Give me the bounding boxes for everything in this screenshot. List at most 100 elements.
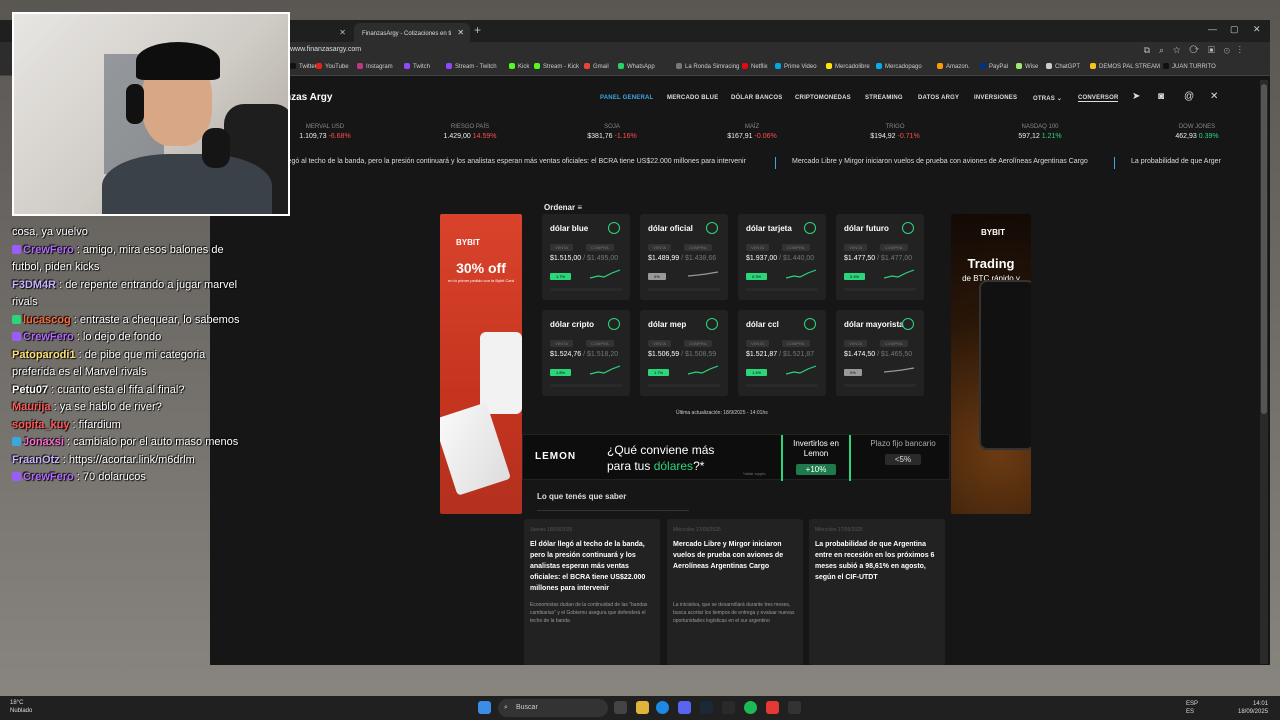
bookmark-item[interactable]: ChatGPT [1046,63,1080,70]
dollar-card[interactable]: dólar futuro VENTA COMPRA $1.477,50 / $1.47… [836,214,924,300]
file-explorer-icon[interactable] [636,701,649,714]
nav-conversor[interactable]: CONVERSOR [1078,95,1119,102]
minimize-icon[interactable]: — [1208,24,1217,34]
browser-tab-finanzasargy[interactable]: FinanzasArgy - Cotizaciones en ti ✕ [354,23,470,42]
bookmark-item[interactable]: Prime Video [775,63,817,70]
bookmark-item[interactable]: WhatsApp [618,63,655,70]
quote-item[interactable]: MAÍZ $167,91 -0.06% [692,124,812,140]
nav-datos-argy[interactable]: DATOS ARGY [918,95,959,101]
nav-dolar-bancos[interactable]: DÓLAR BANCOS [731,95,782,101]
language-indicator[interactable]: ESP ES [1186,700,1198,716]
bookmark-item[interactable]: Stream - Twitch [446,63,497,70]
dollar-card[interactable]: dólar ccl VENTA COMPRA $1.521,87 / $1.521,8… [738,310,826,396]
quote-item[interactable]: RIESGO PAÍS 1.429,00 14.59% [410,124,530,140]
check-circle-icon[interactable] [902,222,914,234]
chat-username[interactable]: Patoparodi1 [12,349,76,361]
dollar-card[interactable]: dólar cripto VENTA COMPRA $1.524,76 / $1.51… [542,310,630,396]
bookmark-item[interactable]: Kick [509,63,529,70]
quote-item[interactable]: TRIGO $194,92 -0.71% [835,124,955,140]
news-card[interactable]: Miércoles 17/09/2025 Mercado Libre y Mirg… [667,519,803,665]
nav-panel-general[interactable]: PANEL GENERAL [600,95,653,101]
chat-username[interactable]: Petu07 [12,384,48,396]
bybit-ad-right[interactable]: BYBIT Trading de BTC rápido y seguro [951,214,1031,514]
nav-criptomonedas[interactable]: CRIPTOMONEDAS [795,95,851,101]
ticker-item[interactable]: legó al techo de la banda, pero la presi… [286,158,746,165]
bookmark-item[interactable]: Mercadopago [876,63,922,70]
spotify-icon[interactable] [744,701,757,714]
lemon-banner[interactable]: LEMON ¿Qué conviene más para tus dólares… [522,434,950,481]
site-logo[interactable]: nzas Argy [285,92,332,103]
close-icon[interactable]: ✕ [339,23,346,42]
dollar-card[interactable]: dólar oficial VENTA COMPRA $1.489,99 / $1.4… [640,214,728,300]
bybit-ad-left[interactable]: BYBIT 30% off en tu primer pedido con la… [440,214,522,514]
quote-item[interactable]: SOJA $381,76 -1.16% [552,124,672,140]
new-tab-icon[interactable]: + [474,23,481,37]
dollar-card[interactable]: dólar mayorista VENTA COMPRA $1.474,50 / $1… [836,310,924,396]
bookmark-item[interactable]: Instagram [357,63,393,70]
maximize-icon[interactable]: ▢ [1230,24,1239,35]
app-icon[interactable] [722,701,735,714]
edge-icon[interactable] [656,701,669,714]
check-circle-icon[interactable] [706,222,718,234]
close-icon[interactable]: ✕ [457,28,464,37]
browser-tab-hidden[interactable]: ✕ [290,23,352,42]
chat-username[interactable]: Maurija [12,401,51,413]
taskbar-clock[interactable]: 14:01 18/09/2025 [1238,700,1268,716]
chat-username[interactable]: CrewFero [23,471,74,483]
chat-username[interactable]: CrewFero [23,244,74,256]
ticker-item[interactable]: La probabilidad de que Arger [1131,158,1221,165]
bookmark-item[interactable]: Amazon. [937,63,970,70]
dollar-card[interactable]: dólar mep VENTA COMPRA $1.506,59 / $1.508,5… [640,310,728,396]
threads-icon[interactable]: @ [1184,91,1194,102]
url-field[interactable]: www.finanzasargy.com [290,46,361,53]
chat-username[interactable]: F3DM4R [12,279,56,291]
bookmark-item[interactable]: JUAN TURRITO [1163,63,1216,70]
bookmark-item[interactable]: YouTube [316,63,349,70]
nav-mercado-blue[interactable]: MERCADO BLUE [667,95,718,101]
browser-toolbar-icons[interactable]: ⧉⌕☆⟳▣⊙⋮ [1144,45,1250,56]
x-icon[interactable]: ✕ [1210,91,1218,102]
app-icon[interactable] [766,701,779,714]
close-window-icon[interactable]: ✕ [1253,24,1261,35]
bookmark-item[interactable]: Mercadolibre [826,63,870,70]
dollar-card[interactable]: dólar tarjeta VENTA COMPRA $1.937,00 / $1.4… [738,214,826,300]
steam-icon[interactable] [700,701,713,714]
check-circle-icon[interactable] [608,318,620,330]
check-circle-icon[interactable] [804,222,816,234]
telegram-icon[interactable]: ➤ [1132,91,1140,102]
nav-otras[interactable]: OTRAS ⌄ [1033,95,1062,102]
discord-icon[interactable] [678,701,691,714]
obs-icon[interactable] [788,701,801,714]
scrollbar-thumb[interactable] [1261,84,1267,414]
bookmark-item[interactable]: DEMOS PAL STREAM [1090,63,1160,70]
news-card[interactable]: Jueves 18/09/2025 El dólar llegó al techo… [524,519,660,665]
news-headline[interactable]: La probabilidad de que Argentina entre e… [815,539,941,583]
check-circle-icon[interactable] [608,222,620,234]
task-view-icon[interactable] [614,701,627,714]
chat-username[interactable]: Jonaxsi [23,436,64,448]
check-circle-icon[interactable] [804,318,816,330]
check-circle-icon[interactable] [902,318,914,330]
quote-item[interactable]: DOW JONES 462,93 0.39% [1137,124,1257,140]
sort-button[interactable]: Ordenar ≡ [544,203,582,212]
bookmark-item[interactable]: PayPal [980,63,1008,70]
chat-username[interactable]: CrewFero [23,331,74,343]
news-headline[interactable]: Mercado Libre y Mirgor iniciaron vuelos … [673,539,799,572]
check-circle-icon[interactable] [706,318,718,330]
chat-username[interactable]: lucascog [23,314,71,326]
bookmark-item[interactable]: Twitter [290,63,317,70]
bookmark-item[interactable]: Wise [1016,63,1038,70]
taskbar-search[interactable]: ⌕ Buscar [498,699,608,717]
nav-inversiones[interactable]: INVERSIONES [974,95,1017,101]
bookmark-item[interactable]: Twitch [404,63,430,70]
ticker-item[interactable]: Mercado Libre y Mirgor iniciaron vuelos … [792,158,1088,165]
chat-username[interactable]: sopita_kuy [12,419,69,431]
dollar-card[interactable]: dólar blue VENTA COMPRA $1.515,00 / $1.495,… [542,214,630,300]
weather-widget[interactable]: 18°C Nublado [10,699,32,715]
bookmark-item[interactable]: Netflix [742,63,768,70]
news-headline[interactable]: El dólar llegó al techo de la banda, per… [530,539,656,594]
quote-item[interactable]: NASDAQ 100 597,12 1.21% [980,124,1100,140]
bookmark-item[interactable]: Stream - Kick [534,63,579,70]
bookmark-item[interactable]: La Ronda Simracing [676,63,739,70]
windows-start-icon[interactable] [478,701,491,714]
